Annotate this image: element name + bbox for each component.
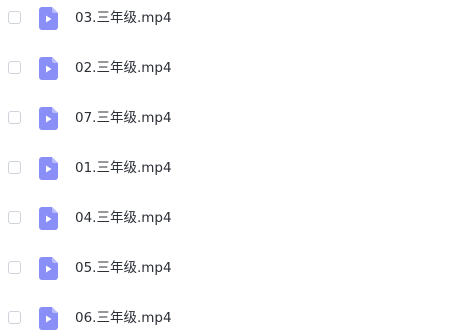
file-row[interactable]: 01.三年级.mp4	[0, 150, 451, 186]
file-checkbox[interactable]	[8, 311, 21, 324]
file-row[interactable]: 07.三年级.mp4	[0, 100, 451, 136]
file-row[interactable]: 05.三年级.mp4	[0, 250, 451, 286]
file-name[interactable]: 03.三年级.mp4	[75, 9, 172, 27]
file-row[interactable]: 03.三年级.mp4	[0, 0, 451, 36]
video-file-icon	[39, 107, 58, 130]
file-checkbox[interactable]	[8, 261, 21, 274]
file-checkbox[interactable]	[8, 61, 21, 74]
video-file-icon	[39, 7, 58, 30]
file-name[interactable]: 06.三年级.mp4	[75, 309, 172, 327]
file-checkbox[interactable]	[8, 111, 21, 124]
file-name[interactable]: 07.三年级.mp4	[75, 109, 172, 127]
file-checkbox[interactable]	[8, 161, 21, 174]
file-name[interactable]: 01.三年级.mp4	[75, 159, 172, 177]
file-name[interactable]: 05.三年级.mp4	[75, 259, 172, 277]
file-checkbox[interactable]	[8, 11, 21, 24]
file-name[interactable]: 04.三年级.mp4	[75, 209, 172, 227]
video-file-icon	[39, 207, 58, 230]
file-checkbox[interactable]	[8, 211, 21, 224]
file-row[interactable]: 04.三年级.mp4	[0, 200, 451, 236]
file-name[interactable]: 02.三年级.mp4	[75, 59, 172, 77]
file-row[interactable]: 06.三年级.mp4	[0, 300, 451, 336]
video-file-icon	[39, 307, 58, 330]
video-file-icon	[39, 257, 58, 280]
video-file-icon	[39, 57, 58, 80]
file-row[interactable]: 02.三年级.mp4	[0, 50, 451, 86]
video-file-icon	[39, 157, 58, 180]
